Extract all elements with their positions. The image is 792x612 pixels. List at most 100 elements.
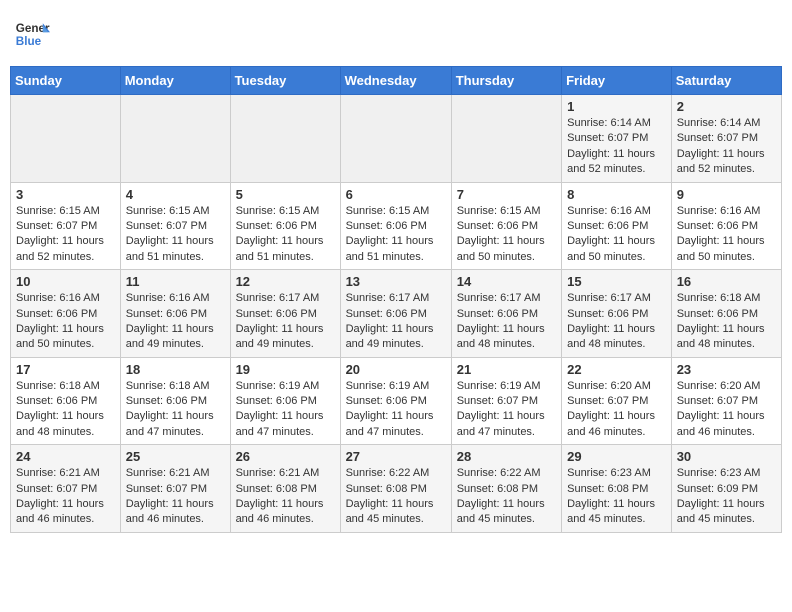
day-info: Sunrise: 6:17 AM Sunset: 6:06 PM Dayligh… — [236, 291, 335, 353]
day-info: Sunrise: 6:14 AM Sunset: 6:07 PM Dayligh… — [567, 116, 666, 178]
calendar-cell: 6 Sunrise: 6:15 AM Sunset: 6:06 PM Daylig… — [340, 182, 451, 270]
calendar-cell: 13 Sunrise: 6:17 AM Sunset: 6:06 PM Dayli… — [340, 270, 451, 358]
weekday-header-tuesday: Tuesday — [230, 67, 340, 95]
calendar-cell: 28 Sunrise: 6:22 AM Sunset: 6:08 PM Dayli… — [451, 445, 561, 533]
calendar-cell: 30 Sunrise: 6:23 AM Sunset: 6:09 PM Dayli… — [671, 445, 781, 533]
calendar-cell: 20Sunrise: 6:19 AM Sunset: 6:06 PM Dayli… — [340, 357, 451, 445]
calendar-cell: 27 Sunrise: 6:22 AM Sunset: 6:08 PM Dayli… — [340, 445, 451, 533]
day-info: Sunrise: 6:15 AM Sunset: 6:07 PM Dayligh… — [16, 204, 115, 266]
weekday-header-wednesday: Wednesday — [340, 67, 451, 95]
day-number: 6 — [346, 187, 446, 202]
calendar-cell: 10Sunrise: 6:16 AM Sunset: 6:06 PM Dayli… — [11, 270, 121, 358]
calendar-cell: 9 Sunrise: 6:16 AM Sunset: 6:06 PM Daylig… — [671, 182, 781, 270]
calendar-cell: 4 Sunrise: 6:15 AM Sunset: 6:07 PM Daylig… — [120, 182, 230, 270]
calendar-cell — [451, 95, 561, 183]
calendar-week-5: 24 Sunrise: 6:21 AM Sunset: 6:07 PM Dayli… — [11, 445, 782, 533]
day-number: 4 — [126, 187, 225, 202]
day-number: 7 — [457, 187, 556, 202]
day-info: Sunrise: 6:17 AM Sunset: 6:06 PM Dayligh… — [457, 291, 556, 353]
calendar-cell: 23Sunrise: 6:20 AM Sunset: 6:07 PM Dayli… — [671, 357, 781, 445]
day-info: Sunrise: 6:19 AM Sunset: 6:06 PM Dayligh… — [236, 379, 335, 441]
day-info: Sunrise: 6:16 AM Sunset: 6:06 PM Dayligh… — [16, 291, 115, 353]
calendar-cell: 2Sunrise: 6:14 AM Sunset: 6:07 PM Daylig… — [671, 95, 781, 183]
day-number: 3 — [16, 187, 115, 202]
calendar-week-3: 10Sunrise: 6:16 AM Sunset: 6:06 PM Dayli… — [11, 270, 782, 358]
day-number: 16 — [677, 274, 776, 289]
day-number: 22 — [567, 362, 666, 377]
calendar-week-4: 17 Sunrise: 6:18 AM Sunset: 6:06 PM Dayli… — [11, 357, 782, 445]
weekday-header-thursday: Thursday — [451, 67, 561, 95]
day-info: Sunrise: 6:17 AM Sunset: 6:06 PM Dayligh… — [567, 291, 666, 353]
day-number: 8 — [567, 187, 666, 202]
day-number: 5 — [236, 187, 335, 202]
day-info: Sunrise: 6:22 AM Sunset: 6:08 PM Dayligh… — [346, 466, 446, 528]
day-number: 13 — [346, 274, 446, 289]
calendar-cell: 15 Sunrise: 6:17 AM Sunset: 6:06 PM Dayli… — [562, 270, 672, 358]
calendar-cell: 1Sunrise: 6:14 AM Sunset: 6:07 PM Daylig… — [562, 95, 672, 183]
calendar-cell: 21 Sunrise: 6:19 AM Sunset: 6:07 PM Dayli… — [451, 357, 561, 445]
day-info: Sunrise: 6:20 AM Sunset: 6:07 PM Dayligh… — [567, 379, 666, 441]
day-number: 25 — [126, 449, 225, 464]
day-number: 11 — [126, 274, 225, 289]
day-number: 14 — [457, 274, 556, 289]
day-number: 28 — [457, 449, 556, 464]
logo-icon: General Blue — [14, 16, 50, 52]
calendar-cell: 11 Sunrise: 6:16 AM Sunset: 6:06 PM Dayli… — [120, 270, 230, 358]
day-info: Sunrise: 6:18 AM Sunset: 6:06 PM Dayligh… — [126, 379, 225, 441]
day-info: Sunrise: 6:21 AM Sunset: 6:07 PM Dayligh… — [16, 466, 115, 528]
day-number: 30 — [677, 449, 776, 464]
calendar-cell: 3 Sunrise: 6:15 AM Sunset: 6:07 PM Daylig… — [11, 182, 121, 270]
header: General Blue — [10, 10, 782, 58]
day-info: Sunrise: 6:19 AM Sunset: 6:07 PM Dayligh… — [457, 379, 556, 441]
day-number: 18 — [126, 362, 225, 377]
calendar-cell: 24 Sunrise: 6:21 AM Sunset: 6:07 PM Dayli… — [11, 445, 121, 533]
day-number: 26 — [236, 449, 335, 464]
calendar-cell: 18 Sunrise: 6:18 AM Sunset: 6:06 PM Dayli… — [120, 357, 230, 445]
day-info: Sunrise: 6:18 AM Sunset: 6:06 PM Dayligh… — [16, 379, 115, 441]
day-number: 24 — [16, 449, 115, 464]
day-number: 2 — [677, 99, 776, 114]
day-info: Sunrise: 6:16 AM Sunset: 6:06 PM Dayligh… — [126, 291, 225, 353]
day-number: 9 — [677, 187, 776, 202]
day-number: 27 — [346, 449, 446, 464]
weekday-header-saturday: Saturday — [671, 67, 781, 95]
day-number: 15 — [567, 274, 666, 289]
day-info: Sunrise: 6:22 AM Sunset: 6:08 PM Dayligh… — [457, 466, 556, 528]
calendar-cell: 5 Sunrise: 6:15 AM Sunset: 6:06 PM Daylig… — [230, 182, 340, 270]
day-info: Sunrise: 6:15 AM Sunset: 6:06 PM Dayligh… — [236, 204, 335, 266]
calendar-cell: 7 Sunrise: 6:15 AM Sunset: 6:06 PM Daylig… — [451, 182, 561, 270]
calendar-cell: 16Sunrise: 6:18 AM Sunset: 6:06 PM Dayli… — [671, 270, 781, 358]
calendar-cell: 19 Sunrise: 6:19 AM Sunset: 6:06 PM Dayli… — [230, 357, 340, 445]
day-info: Sunrise: 6:15 AM Sunset: 6:07 PM Dayligh… — [126, 204, 225, 266]
day-info: Sunrise: 6:16 AM Sunset: 6:06 PM Dayligh… — [567, 204, 666, 266]
weekday-header-row: SundayMondayTuesdayWednesdayThursdayFrid… — [11, 67, 782, 95]
day-number: 17 — [16, 362, 115, 377]
weekday-header-friday: Friday — [562, 67, 672, 95]
logo: General Blue — [14, 16, 50, 52]
calendar-table: SundayMondayTuesdayWednesdayThursdayFrid… — [10, 66, 782, 533]
weekday-header-sunday: Sunday — [11, 67, 121, 95]
day-info: Sunrise: 6:15 AM Sunset: 6:06 PM Dayligh… — [346, 204, 446, 266]
day-number: 19 — [236, 362, 335, 377]
day-info: Sunrise: 6:16 AM Sunset: 6:06 PM Dayligh… — [677, 204, 776, 266]
day-info: Sunrise: 6:17 AM Sunset: 6:06 PM Dayligh… — [346, 291, 446, 353]
svg-text:Blue: Blue — [16, 35, 42, 48]
day-number: 21 — [457, 362, 556, 377]
calendar-cell — [11, 95, 121, 183]
calendar-cell: 14 Sunrise: 6:17 AM Sunset: 6:06 PM Dayli… — [451, 270, 561, 358]
day-info: Sunrise: 6:21 AM Sunset: 6:08 PM Dayligh… — [236, 466, 335, 528]
calendar-cell: 8 Sunrise: 6:16 AM Sunset: 6:06 PM Daylig… — [562, 182, 672, 270]
day-number: 29 — [567, 449, 666, 464]
day-number: 23 — [677, 362, 776, 377]
calendar-cell: 26 Sunrise: 6:21 AM Sunset: 6:08 PM Dayli… — [230, 445, 340, 533]
day-info: Sunrise: 6:21 AM Sunset: 6:07 PM Dayligh… — [126, 466, 225, 528]
calendar-cell: 12Sunrise: 6:17 AM Sunset: 6:06 PM Dayli… — [230, 270, 340, 358]
calendar-cell — [230, 95, 340, 183]
day-info: Sunrise: 6:15 AM Sunset: 6:06 PM Dayligh… — [457, 204, 556, 266]
calendar-cell: 22 Sunrise: 6:20 AM Sunset: 6:07 PM Dayli… — [562, 357, 672, 445]
day-info: Sunrise: 6:23 AM Sunset: 6:09 PM Dayligh… — [677, 466, 776, 528]
calendar-cell — [120, 95, 230, 183]
calendar-cell: 25 Sunrise: 6:21 AM Sunset: 6:07 PM Dayli… — [120, 445, 230, 533]
calendar-cell: 17 Sunrise: 6:18 AM Sunset: 6:06 PM Dayli… — [11, 357, 121, 445]
calendar-week-2: 3 Sunrise: 6:15 AM Sunset: 6:07 PM Daylig… — [11, 182, 782, 270]
